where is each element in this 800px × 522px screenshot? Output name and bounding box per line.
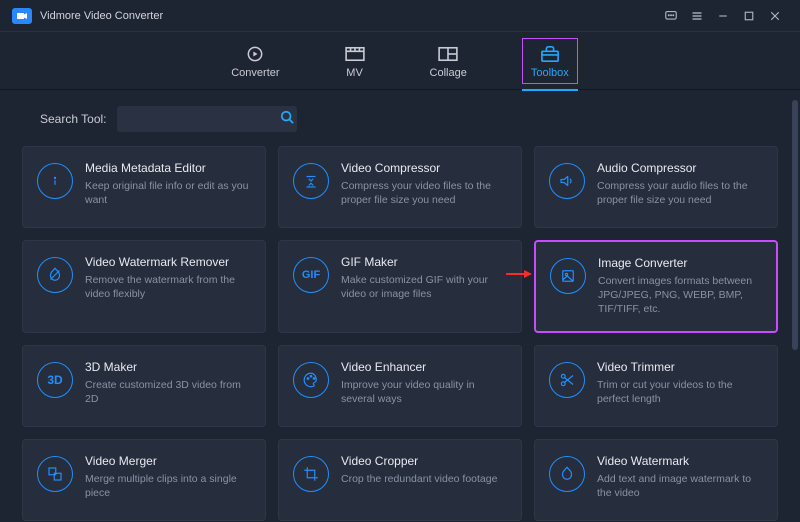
search-input-wrap[interactable] (117, 106, 297, 132)
gif-icon: GIF (293, 257, 329, 293)
tool-title: Video Merger (85, 454, 251, 468)
scissors-icon (549, 362, 585, 398)
merge-icon (37, 456, 73, 492)
tool-video-watermark-remover[interactable]: Video Watermark Remover Remove the waterm… (22, 240, 266, 333)
tool-title: GIF Maker (341, 255, 507, 269)
tool-desc: Create customized 3D video from 2D (85, 378, 251, 406)
tab-label: Toolbox (531, 67, 569, 79)
tool-desc: Improve your video quality in several wa… (341, 378, 507, 406)
tool-desc: Make customized GIF with your video or i… (341, 273, 507, 301)
tab-label: Collage (430, 67, 467, 79)
tool-desc: Trim or cut your videos to the perfect l… (597, 378, 763, 406)
app-logo-icon (12, 8, 32, 24)
tab-label: MV (346, 67, 363, 79)
audio-compress-icon (549, 163, 585, 199)
3d-icon: 3D (37, 362, 73, 398)
info-icon (37, 163, 73, 199)
search-row: Search Tool: (0, 90, 800, 142)
tool-grid: Media Metadata Editor Keep original file … (22, 146, 778, 521)
tool-desc: Convert images formats between JPG/JPEG,… (598, 274, 762, 317)
tool-desc: Keep original file info or edit as you w… (85, 179, 251, 207)
minimize-button[interactable] (710, 0, 736, 32)
tool-video-cropper[interactable]: Video Cropper Crop the redundant video fo… (278, 439, 522, 521)
tool-desc: Compress your audio files to the proper … (597, 179, 763, 207)
tool-title: Video Watermark Remover (85, 255, 251, 269)
tool-video-compressor[interactable]: Video Compressor Compress your video file… (278, 146, 522, 228)
scrollbar-thumb[interactable] (792, 100, 798, 350)
main-tabs: Converter MV Collage Toolbox (0, 32, 800, 90)
tool-title: Media Metadata Editor (85, 161, 251, 175)
search-icon[interactable] (280, 110, 294, 129)
search-input[interactable] (125, 112, 280, 126)
image-convert-icon (550, 258, 586, 294)
tool-title: Video Watermark (597, 454, 763, 468)
tool-image-converter[interactable]: Image Converter Convert images formats be… (534, 240, 778, 333)
collage-icon (437, 45, 459, 63)
tab-converter[interactable]: Converter (222, 38, 288, 84)
crop-icon (293, 456, 329, 492)
titlebar: Vidmore Video Converter (0, 0, 800, 32)
feedback-icon[interactable] (658, 0, 684, 32)
tool-video-merger[interactable]: Video Merger Merge multiple clips into a … (22, 439, 266, 521)
close-button[interactable] (762, 0, 788, 32)
tool-desc: Compress your video files to the proper … (341, 179, 507, 207)
tool-desc: Crop the redundant video footage (341, 472, 497, 486)
tool-video-trimmer[interactable]: Video Trimmer Trim or cut your videos to … (534, 345, 778, 427)
palette-icon (293, 362, 329, 398)
tab-collage[interactable]: Collage (421, 38, 476, 84)
tool-3d-maker[interactable]: 3D 3D Maker Create customized 3D video fr… (22, 345, 266, 427)
tool-desc: Merge multiple clips into a single piece (85, 472, 251, 500)
converter-icon (244, 45, 266, 63)
compress-icon (293, 163, 329, 199)
highlight-arrow-icon (506, 266, 532, 284)
tool-title: Video Cropper (341, 454, 497, 468)
tool-title: Audio Compressor (597, 161, 763, 175)
tool-title: Video Compressor (341, 161, 507, 175)
mv-icon (344, 45, 366, 63)
toolbox-icon (539, 45, 561, 63)
tool-gif-maker[interactable]: GIF GIF Maker Make customized GIF with yo… (278, 240, 522, 333)
tab-label: Converter (231, 67, 279, 79)
tool-title: Image Converter (598, 256, 762, 270)
menu-icon[interactable] (684, 0, 710, 32)
scrollbar[interactable] (792, 90, 798, 450)
tool-title: Video Trimmer (597, 360, 763, 374)
tool-audio-compressor[interactable]: Audio Compressor Compress your audio file… (534, 146, 778, 228)
tab-toolbox[interactable]: Toolbox (522, 38, 578, 84)
watermark-remove-icon (37, 257, 73, 293)
tool-video-enhancer[interactable]: Video Enhancer Improve your video quality… (278, 345, 522, 427)
maximize-button[interactable] (736, 0, 762, 32)
search-label: Search Tool: (40, 112, 107, 126)
tool-media-metadata-editor[interactable]: Media Metadata Editor Keep original file … (22, 146, 266, 228)
tool-desc: Remove the watermark from the video flex… (85, 273, 251, 301)
tab-mv[interactable]: MV (335, 38, 375, 84)
tool-desc: Add text and image watermark to the vide… (597, 472, 763, 500)
tool-title: Video Enhancer (341, 360, 507, 374)
watermark-icon (549, 456, 585, 492)
app-title: Vidmore Video Converter (40, 10, 163, 22)
tool-video-watermark[interactable]: Video Watermark Add text and image waterm… (534, 439, 778, 521)
tool-title: 3D Maker (85, 360, 251, 374)
